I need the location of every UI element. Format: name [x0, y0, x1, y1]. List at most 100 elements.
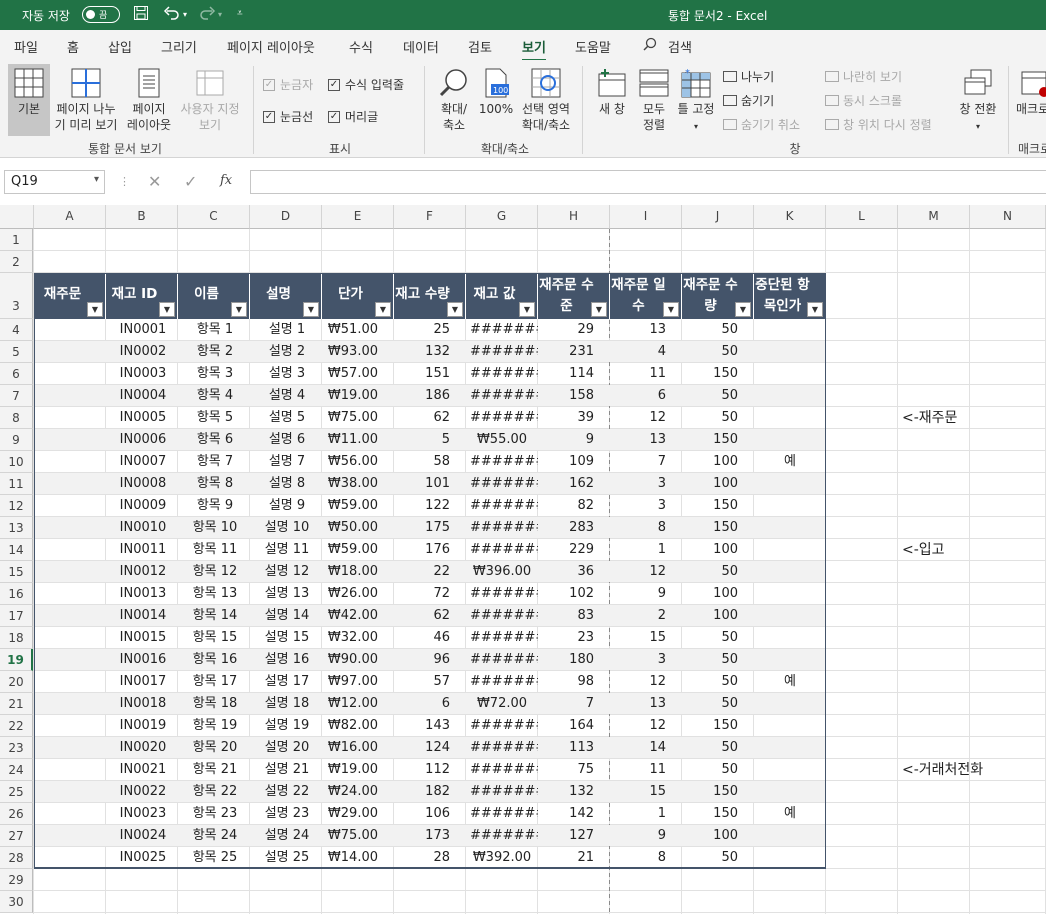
table-cell[interactable]: 항목 1 — [178, 319, 250, 341]
table-cell[interactable]: 항목 13 — [178, 583, 250, 605]
table-cell[interactable]: 설명 3 — [250, 363, 322, 385]
table-cell[interactable]: IN0010 — [106, 517, 178, 539]
table-cell[interactable] — [754, 627, 826, 649]
row-header-12[interactable]: 12 — [0, 495, 33, 517]
table-cell[interactable]: 항목 15 — [178, 627, 250, 649]
table-cell[interactable] — [34, 649, 106, 671]
table-cell[interactable]: 6 — [610, 385, 682, 407]
enter-icon[interactable]: ✓ — [184, 172, 197, 191]
table-cell[interactable]: ######## — [466, 715, 538, 737]
table-cell[interactable]: 109 — [538, 451, 610, 473]
table-cell[interactable]: 58 — [394, 451, 466, 473]
table-cell[interactable]: 항목 8 — [178, 473, 250, 495]
column-header-j[interactable]: J — [682, 205, 754, 229]
table-cell[interactable] — [754, 781, 826, 803]
table-cell[interactable] — [754, 319, 826, 341]
table-cell[interactable] — [754, 847, 826, 869]
table-cell[interactable]: IN0009 — [106, 495, 178, 517]
table-cell[interactable]: ######## — [466, 473, 538, 495]
table-cell[interactable]: 132 — [538, 781, 610, 803]
table-cell[interactable] — [754, 583, 826, 605]
table-cell[interactable]: 150 — [682, 803, 754, 825]
row-header-21[interactable]: 21 — [0, 693, 33, 715]
table-cell[interactable]: 100 — [682, 451, 754, 473]
table-cell[interactable]: ######## — [466, 825, 538, 847]
table-cell[interactable]: ₩57.00 — [322, 363, 394, 385]
table-cell[interactable]: 151 — [394, 363, 466, 385]
table-cell[interactable]: ₩75.00 — [322, 825, 394, 847]
table-cell[interactable]: 설명 15 — [250, 627, 322, 649]
new-window-button[interactable]: 새 창 — [591, 64, 633, 136]
table-cell[interactable]: 142 — [538, 803, 610, 825]
table-cell[interactable]: 설명 4 — [250, 385, 322, 407]
table-cell[interactable]: 설명 1 — [250, 319, 322, 341]
table-cell[interactable]: IN0016 — [106, 649, 178, 671]
row-header-28[interactable]: 28 — [0, 847, 33, 869]
table-cell[interactable]: IN0024 — [106, 825, 178, 847]
table-cell[interactable]: 2 — [610, 605, 682, 627]
table-cell[interactable]: IN0021 — [106, 759, 178, 781]
table-cell[interactable]: ₩18.00 — [322, 561, 394, 583]
table-cell[interactable]: 173 — [394, 825, 466, 847]
table-cell[interactable] — [34, 781, 106, 803]
table-cell[interactable]: 82 — [538, 495, 610, 517]
unhide-button[interactable]: 숨기기 취소 — [723, 116, 800, 133]
table-cell[interactable]: 6 — [394, 693, 466, 715]
row-header-23[interactable]: 23 — [0, 737, 33, 759]
table-cell[interactable]: 23 — [538, 627, 610, 649]
zoom-100-button[interactable]: 100 100% — [478, 64, 514, 136]
table-cell[interactable]: IN0012 — [106, 561, 178, 583]
table-cell[interactable]: ₩82.00 — [322, 715, 394, 737]
table-cell[interactable] — [754, 561, 826, 583]
table-cell[interactable]: ######## — [466, 671, 538, 693]
macros-button[interactable]: 매크로 — [1016, 64, 1046, 136]
table-cell[interactable]: 9 — [610, 825, 682, 847]
column-header-d[interactable]: D — [250, 205, 322, 229]
table-cell[interactable]: 3 — [610, 495, 682, 517]
table-cell[interactable]: 50 — [682, 385, 754, 407]
table-cell[interactable] — [34, 517, 106, 539]
table-cell[interactable]: 설명 2 — [250, 341, 322, 363]
table-cell[interactable]: 항목 19 — [178, 715, 250, 737]
view-side-by-side-button[interactable]: 나란히 보기 — [825, 68, 902, 85]
table-cell[interactable]: 항목 7 — [178, 451, 250, 473]
table-cell[interactable]: IN0014 — [106, 605, 178, 627]
table-cell[interactable]: ######## — [466, 341, 538, 363]
table-cell[interactable]: 150 — [682, 363, 754, 385]
filter-dropdown-icon[interactable]: ▼ — [519, 302, 535, 317]
row-header-6[interactable]: 6 — [0, 363, 33, 385]
cancel-icon[interactable]: ✕ — [148, 172, 161, 191]
row-header-16[interactable]: 16 — [0, 583, 33, 605]
reset-window-position-button[interactable]: 창 위치 다시 정렬 — [825, 116, 932, 133]
table-cell[interactable]: 항목 2 — [178, 341, 250, 363]
table-cell[interactable]: 50 — [682, 561, 754, 583]
filter-dropdown-icon[interactable]: ▼ — [663, 302, 679, 317]
table-cell[interactable]: IN0001 — [106, 319, 178, 341]
table-cell[interactable]: 164 — [538, 715, 610, 737]
table-cell[interactable]: 7 — [610, 451, 682, 473]
column-header-e[interactable]: E — [322, 205, 394, 229]
table-cell[interactable]: ######## — [466, 517, 538, 539]
row-header-30[interactable]: 30 — [0, 891, 33, 913]
autosave-toggle[interactable]: 끔 — [82, 6, 120, 23]
table-cell[interactable]: 항목 21 — [178, 759, 250, 781]
table-cell[interactable]: 39 — [538, 407, 610, 429]
table-cell[interactable]: 100 — [682, 605, 754, 627]
table-cell[interactable]: 설명 19 — [250, 715, 322, 737]
table-cell[interactable]: 항목 6 — [178, 429, 250, 451]
table-cell[interactable]: 설명 23 — [250, 803, 322, 825]
table-cell[interactable]: 12 — [610, 715, 682, 737]
undo-dropdown-icon[interactable]: ▾ — [183, 10, 187, 19]
row-header-24[interactable]: 24 — [0, 759, 33, 781]
table-cell[interactable]: ₩392.00 — [466, 847, 538, 869]
table-cell[interactable]: 100 — [682, 583, 754, 605]
table-cell[interactable]: 102 — [538, 583, 610, 605]
table-cell[interactable]: 283 — [538, 517, 610, 539]
table-cell[interactable]: ₩97.00 — [322, 671, 394, 693]
table-cell[interactable]: 62 — [394, 605, 466, 627]
table-cell[interactable]: 186 — [394, 385, 466, 407]
insert-function-icon[interactable]: fx — [220, 173, 232, 188]
row-header-1[interactable]: 1 — [0, 229, 33, 251]
zoom-button[interactable]: 확대/축소 — [434, 64, 474, 136]
table-cell[interactable]: 106 — [394, 803, 466, 825]
